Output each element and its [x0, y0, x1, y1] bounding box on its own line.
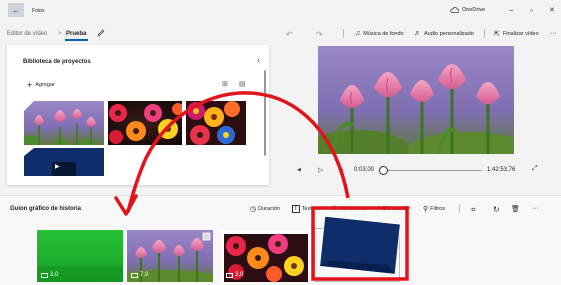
resize-icon: ⌗	[471, 205, 476, 214]
3d-effects-button[interactable]: ✧ Efectos 3D	[376, 205, 410, 213]
more-options-button[interactable]: ···	[550, 30, 557, 37]
3d-effects-label: Efectos 3D	[383, 205, 410, 212]
video-preview[interactable]	[318, 46, 514, 154]
onedrive-button[interactable]: OneDrive	[450, 7, 485, 13]
seek-track[interactable]	[380, 170, 482, 171]
rotate-icon: ↻	[493, 205, 500, 214]
motion-button[interactable]: ✣ Movimiento	[332, 205, 368, 213]
more-icon: ···	[550, 30, 557, 37]
storyboard-card-tulips[interactable]: 7,0	[127, 230, 213, 282]
trash-icon: 🗑	[511, 206, 520, 213]
filters-button[interactable]: ⚲ Filtros	[423, 205, 445, 213]
card-duration: 3,0	[226, 272, 243, 278]
plus-icon: +	[27, 80, 33, 90]
breadcrumb-parent[interactable]: Editor de vídeo	[7, 31, 47, 37]
dragged-video-tile[interactable]	[312, 212, 408, 278]
card-duration: 3,0	[41, 272, 58, 278]
library-thumb-bouquet[interactable]	[186, 101, 246, 145]
close-button[interactable]: ✕	[549, 6, 555, 14]
music-note-icon: ♫	[355, 30, 361, 37]
motion-icon: ✣	[332, 206, 338, 212]
cloud-icon	[450, 7, 459, 13]
total-time: 1:42:53,76	[487, 167, 516, 173]
library-title: Biblioteca de proyectos	[23, 59, 91, 65]
text-icon: T	[292, 205, 300, 213]
back-arrow-icon: ←	[12, 5, 20, 15]
library-thumb-tulips[interactable]	[24, 101, 104, 145]
filter-icon: ⚲	[423, 206, 429, 213]
library-scrollbar[interactable]	[264, 70, 266, 156]
storyboard-divider	[459, 204, 460, 213]
duration-button[interactable]: ◷ Duración	[250, 205, 280, 213]
filters-label: Filtros	[430, 206, 446, 212]
play-button[interactable]: ▷	[318, 166, 323, 174]
custom-audio-icon: ♬	[414, 30, 421, 37]
grid-view-icon[interactable]: ⊞	[222, 80, 228, 88]
delete-button[interactable]: 🗑	[511, 205, 520, 213]
add-media-button[interactable]: + Agregar	[27, 80, 55, 90]
storyboard-title: Guion gráfico de historia	[10, 206, 82, 212]
card-duration-value: 3,0	[235, 272, 244, 278]
finish-video-label: Finalizar vídeo	[502, 31, 539, 37]
image-icon	[131, 272, 138, 278]
add-media-label: Agregar	[35, 82, 55, 88]
finish-video-button[interactable]: ⇱ Finalizar vídeo	[494, 30, 539, 38]
toolbar-divider	[484, 29, 485, 38]
duration-label: Duración	[258, 206, 281, 212]
card-duration-value: 3,0	[50, 272, 59, 278]
breadcrumb-separator: >	[58, 31, 62, 37]
onedrive-label: OneDrive	[462, 7, 486, 13]
back-button[interactable]: ←	[8, 3, 24, 17]
minimize-button[interactable]: −	[509, 6, 514, 15]
undo-icon: ↶	[286, 30, 293, 39]
current-time: 0:03,00	[354, 167, 375, 173]
storyboard-card-flowers[interactable]: 3,0	[222, 230, 308, 282]
more-icon: ···	[532, 205, 539, 212]
library-thumb-flowers[interactable]	[108, 101, 182, 145]
fullscreen-button[interactable]: ⤢	[532, 165, 538, 173]
export-icon: ⇱	[494, 31, 500, 38]
collapse-library-button[interactable]: ‹	[257, 55, 260, 66]
rotate-button[interactable]: ↻	[493, 205, 500, 214]
app-title: Fotos	[32, 8, 45, 14]
background-music-label: Música de fondo	[363, 30, 404, 37]
custom-audio-label: Audio personalizado	[424, 30, 474, 37]
seek-thumb[interactable]	[378, 166, 388, 175]
storyboard-more-button[interactable]: ···	[532, 205, 539, 212]
next-frame-button[interactable]: ▶	[340, 167, 344, 173]
undo-button[interactable]: ↶	[286, 30, 293, 39]
clock-icon: ◷	[250, 206, 257, 213]
custom-audio-button[interactable]: ♬ Audio personalizado	[414, 30, 474, 37]
resize-button[interactable]: ⌗	[471, 205, 476, 215]
pencil-icon[interactable]	[97, 29, 105, 37]
toolbar-divider	[343, 29, 344, 38]
card-duration-value: 7,0	[140, 272, 149, 278]
breadcrumb-underline	[65, 39, 88, 41]
motion-label: Movimiento	[339, 205, 368, 212]
previous-frame-button[interactable]: ◀	[297, 167, 301, 173]
effects-icon: ✧	[376, 206, 382, 212]
list-view-icon[interactable]: ▤	[239, 80, 246, 88]
redo-button[interactable]: ↷	[316, 30, 323, 39]
project-title[interactable]: Prueba	[66, 31, 86, 37]
background-music-button[interactable]: ♫ Música de fondo	[355, 30, 404, 37]
maximize-button[interactable]: ▫	[530, 6, 533, 15]
image-icon	[226, 272, 233, 278]
storyboard-card-title[interactable]: 3,0	[37, 230, 123, 282]
library-thumb-video[interactable]	[24, 148, 104, 176]
card-duration: 7,0	[131, 272, 148, 278]
image-icon	[41, 272, 48, 278]
play-icon: ▶	[55, 164, 60, 170]
redo-icon: ↷	[316, 30, 323, 39]
